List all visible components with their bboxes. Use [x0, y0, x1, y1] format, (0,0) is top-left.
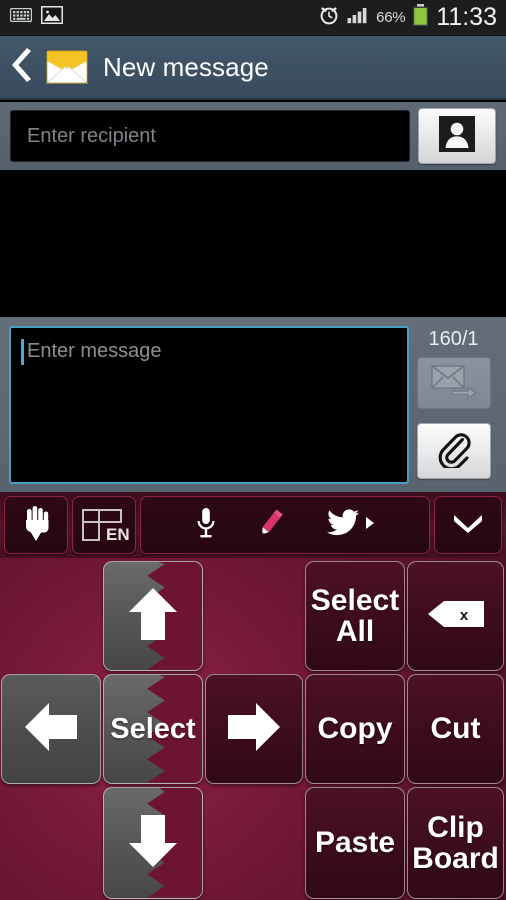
- status-bar-left-icons: [0, 5, 64, 29]
- message-placeholder: Enter message: [27, 340, 162, 362]
- contacts-button[interactable]: [418, 108, 496, 164]
- action-bar: New message: [0, 36, 506, 100]
- one-hand-mode-key[interactable]: [4, 496, 68, 554]
- arrow-down-key[interactable]: [103, 787, 203, 899]
- select-all-line1: Select: [310, 583, 400, 617]
- select-all-line2: All: [335, 615, 375, 648]
- chevron-down-icon: [451, 512, 485, 539]
- status-bar-right-icons: 66% 11:33: [318, 3, 506, 32]
- paste-label: Paste: [314, 826, 396, 860]
- edit-keypad: Select All x Select Copy Cut Paste Clip …: [0, 558, 506, 900]
- status-bar: 66% 11:33: [0, 0, 506, 36]
- sms-compose-screen: 66% 11:33 New message Enter recipient En…: [0, 0, 506, 900]
- arrow-left-key[interactable]: [1, 674, 101, 784]
- cut-key[interactable]: Cut: [407, 674, 504, 784]
- keyboard-toolbar: EN: [0, 492, 506, 558]
- arrow-up-icon: [127, 586, 179, 647]
- hand-down-arrow-icon: [18, 503, 54, 548]
- clock-label: 11:33: [436, 3, 497, 31]
- alarm-clock-icon: [318, 4, 340, 31]
- conversation-area: [0, 170, 506, 317]
- microphone-icon: [195, 506, 217, 545]
- copy-label: Copy: [317, 712, 393, 746]
- language-key[interactable]: EN: [72, 496, 136, 554]
- clipboard-line1: Clip: [427, 810, 484, 844]
- arrow-right-key[interactable]: [205, 674, 303, 784]
- contact-person-icon: [438, 115, 476, 158]
- attach-button[interactable]: [416, 423, 491, 479]
- arrow-left-icon: [23, 701, 79, 758]
- pencil-icon: [256, 507, 286, 544]
- back-chevron-icon: [10, 47, 36, 87]
- keyboard-icon: [9, 7, 33, 27]
- paperclip-icon: [436, 430, 472, 473]
- recipient-input[interactable]: Enter recipient: [10, 110, 410, 162]
- clipboard-line2: Board: [412, 842, 499, 875]
- arrow-right-icon: [226, 701, 282, 758]
- cut-label: Cut: [430, 712, 481, 746]
- message-input[interactable]: Enter message: [9, 326, 409, 484]
- character-counter: 160/1: [428, 328, 479, 350]
- backspace-icon: x: [426, 599, 486, 634]
- back-button[interactable]: [0, 35, 46, 99]
- send-message-icon: [430, 363, 478, 404]
- battery-icon: [412, 3, 429, 32]
- twitter-shortcut[interactable]: [326, 508, 375, 542]
- hide-keyboard-key[interactable]: [434, 496, 502, 554]
- svg-text:x: x: [459, 607, 468, 624]
- image-icon: [40, 5, 64, 29]
- compose-area: Enter message 160/1: [0, 317, 506, 492]
- select-key[interactable]: Select: [103, 674, 203, 784]
- backspace-key[interactable]: x: [407, 561, 504, 671]
- page-title: New message: [103, 51, 269, 82]
- text-caret: [21, 339, 24, 365]
- select-all-label: Select All: [311, 585, 399, 647]
- envelope-icon: [44, 47, 90, 87]
- send-button[interactable]: [416, 357, 491, 409]
- recipient-row: Enter recipient: [0, 102, 506, 170]
- play-triangle-icon: [365, 516, 375, 535]
- arrow-up-key[interactable]: [103, 561, 203, 671]
- clipboard-key[interactable]: Clip Board: [407, 787, 504, 899]
- signal-bars-icon: [347, 6, 369, 29]
- compose-right-column: 160/1: [409, 326, 498, 484]
- recipient-placeholder: Enter recipient: [27, 124, 156, 147]
- arrow-down-icon: [127, 813, 179, 874]
- language-label: EN: [106, 525, 130, 544]
- input-options-bar[interactable]: [140, 496, 430, 554]
- clipboard-label: Clip Board: [412, 812, 499, 874]
- select-label: Select: [110, 712, 196, 745]
- paste-key[interactable]: Paste: [305, 787, 405, 899]
- twitter-bird-icon: [326, 508, 360, 542]
- keyboard-layout-icon: EN: [79, 505, 130, 545]
- battery-percent-label: 66%: [376, 9, 406, 26]
- select-all-key[interactable]: Select All: [305, 561, 405, 671]
- copy-key[interactable]: Copy: [305, 674, 405, 784]
